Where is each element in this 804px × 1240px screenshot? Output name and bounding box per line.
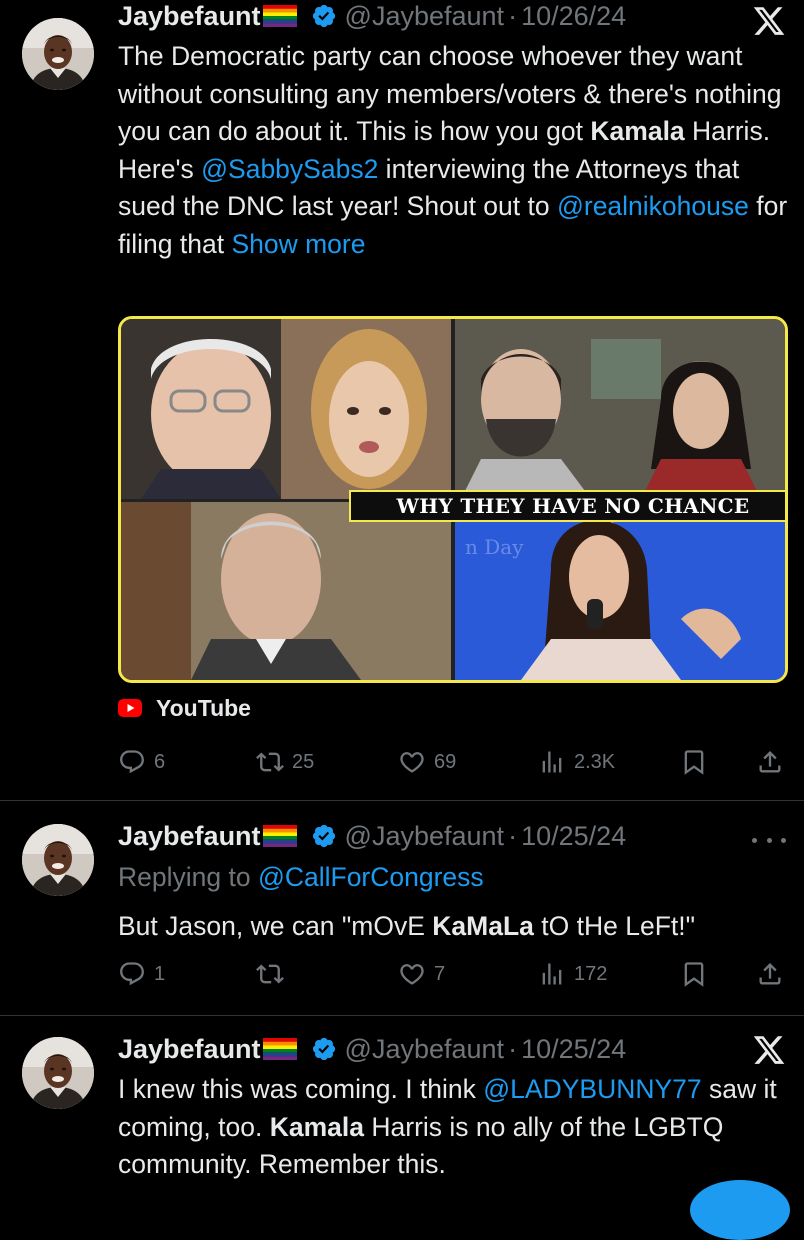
verified-badge-icon <box>311 3 337 29</box>
rainbow-flag-icon <box>263 825 297 847</box>
like-icon <box>398 748 426 776</box>
tweet-3[interactable]: Jaybefaunt @Jaybefaunt · 10/25/24 I knew… <box>0 1015 804 1200</box>
text-segment: I knew this was coming. I think <box>118 1074 484 1104</box>
x-logo-icon <box>752 4 786 38</box>
replying-to: Replying to @CallForCongress <box>118 862 484 893</box>
tweet-text: The Democratic party can choose whoever … <box>118 38 788 264</box>
source-label: YouTube <box>156 694 251 721</box>
retweet-button[interactable]: 25 <box>256 742 314 782</box>
reply-icon <box>118 960 146 988</box>
avatar[interactable] <box>22 18 94 90</box>
share-button[interactable] <box>756 954 792 994</box>
separator-dot: · <box>508 0 518 31</box>
share-icon <box>756 960 784 988</box>
mention-link[interactable]: @LADYBUNNY77 <box>483 1074 701 1104</box>
avatar[interactable] <box>22 824 94 896</box>
reply-icon <box>118 748 146 776</box>
tweet-text: I knew this was coming. I think @LADYBUN… <box>118 1071 788 1184</box>
highlight-keyword: KaMaLa <box>432 911 534 941</box>
replying-label: Replying to <box>118 862 258 892</box>
tweet-date[interactable]: 10/25/24 <box>521 821 626 852</box>
youtube-icon <box>118 699 142 717</box>
like-button[interactable]: 69 <box>398 742 456 782</box>
bookmark-button[interactable] <box>680 954 716 994</box>
highlight-keyword: Kamala <box>269 1111 364 1142</box>
more-icon <box>752 837 757 843</box>
background-text: n Day <box>465 535 524 559</box>
tweet-1[interactable]: Jaybefaunt @Jaybefaunt · 10/26/24 The De… <box>0 0 804 800</box>
show-more-link[interactable]: Show more <box>231 229 365 259</box>
author-name[interactable]: Jaybefaunt <box>118 821 261 852</box>
like-icon <box>398 960 426 988</box>
highlight-keyword: Kamala <box>590 116 685 147</box>
compose-button[interactable] <box>690 1180 790 1240</box>
views-count: 172 <box>574 962 608 985</box>
bookmark-button[interactable] <box>680 742 716 782</box>
author-handle[interactable]: @Jaybefaunt <box>345 1034 505 1065</box>
like-button[interactable]: 7 <box>398 954 445 994</box>
reply-button[interactable]: 1 <box>118 954 165 994</box>
separator-dot: · <box>508 1033 518 1064</box>
author-name[interactable]: Jaybefaunt <box>118 1 261 32</box>
replying-to-link[interactable]: @CallForCongress <box>258 862 484 892</box>
like-count: 69 <box>434 750 457 773</box>
link-source[interactable]: YouTube <box>118 692 251 724</box>
avatar[interactable] <box>22 1037 94 1109</box>
tweet-header: Jaybefaunt @Jaybefaunt · 10/25/24 <box>118 1029 626 1069</box>
thumbnail-banner: WHY THEY HAVE NO CHANCE <box>349 490 785 522</box>
retweet-icon <box>256 748 284 776</box>
reply-button[interactable]: 6 <box>118 742 165 782</box>
tweet-header: Jaybefaunt @Jaybefaunt · 10/25/24 <box>118 816 626 856</box>
retweet-count: 25 <box>292 750 315 773</box>
action-bar: 6 25 69 2.3K <box>118 742 788 782</box>
text-segment: But Jason, we can "mOvE <box>118 911 433 941</box>
more-icon <box>781 837 786 843</box>
views-count: 2.3K <box>574 750 616 773</box>
author-name[interactable]: Jaybefaunt <box>118 1034 261 1065</box>
bookmark-icon <box>680 960 708 988</box>
tweet-date[interactable]: 10/25/24 <box>521 1034 626 1065</box>
mention-link[interactable]: @SabbySabs2 <box>201 154 378 184</box>
tweet-2[interactable]: Jaybefaunt @Jaybefaunt · 10/25/24 Replyi… <box>0 800 804 1015</box>
retweet-button[interactable] <box>256 954 292 994</box>
share-icon <box>756 748 784 776</box>
x-logo-icon <box>752 1033 786 1067</box>
more-icon <box>766 837 772 843</box>
action-bar: 1 7 172 <box>118 954 788 994</box>
share-button[interactable] <box>756 742 792 782</box>
tweet-date[interactable]: 10/26/24 <box>521 1 626 32</box>
views-icon <box>538 960 566 988</box>
views-button[interactable]: 172 <box>538 954 607 994</box>
tweet-text: But Jason, we can "mOvE KaMaLa tO tHe Le… <box>118 908 788 946</box>
author-handle[interactable]: @Jaybefaunt <box>345 821 505 852</box>
mention-link[interactable]: @realnikohouse <box>557 191 749 221</box>
bookmark-icon <box>680 748 708 776</box>
verified-badge-icon <box>311 823 337 849</box>
views-button[interactable]: 2.3K <box>538 742 615 782</box>
media-thumbnail[interactable]: n Day WHY THEY HAVE NO CHANCE <box>118 316 788 683</box>
tweet-header: Jaybefaunt @Jaybefaunt · 10/26/24 <box>118 0 626 36</box>
separator-dot: · <box>508 820 518 851</box>
author-handle[interactable]: @Jaybefaunt <box>345 1 505 32</box>
like-count: 7 <box>434 962 446 985</box>
rainbow-flag-icon <box>263 5 297 27</box>
verified-badge-icon <box>311 1036 337 1062</box>
views-icon <box>538 748 566 776</box>
rainbow-flag-icon <box>263 1038 297 1060</box>
retweet-icon <box>256 960 284 988</box>
reply-count: 1 <box>154 962 166 985</box>
more-options-button[interactable] <box>752 830 786 850</box>
text-segment: tO tHe LeFt!" <box>533 911 696 941</box>
reply-count: 6 <box>154 750 166 773</box>
